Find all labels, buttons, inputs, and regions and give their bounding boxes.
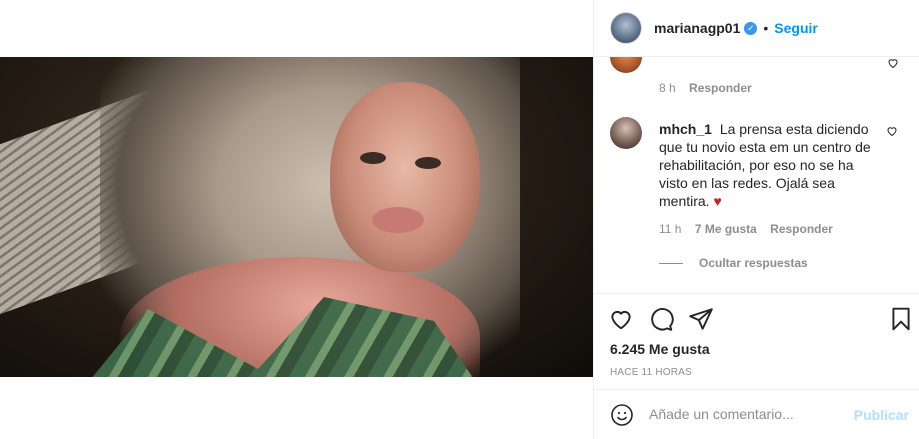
bookmark-icon[interactable] — [888, 306, 914, 332]
lips — [372, 207, 424, 233]
comment-input[interactable] — [649, 402, 849, 426]
share-icon[interactable] — [688, 306, 714, 332]
post-side-panel: marianagp01 ✓ • Seguir 8 h Responder mhc… — [593, 0, 919, 439]
red-heart-emoji: ♥ — [713, 193, 722, 209]
heart-icon[interactable] — [608, 306, 634, 332]
comment-body: mhch_1 La prensa esta diciendo que tu no… — [659, 120, 879, 210]
likes-count[interactable]: 6.245 Me gusta — [610, 341, 710, 357]
previous-commenter-avatar[interactable] — [610, 57, 642, 73]
commenter-avatar[interactable] — [610, 117, 642, 149]
post-timestamp: HACE 11 HORAS — [610, 367, 692, 378]
comment-time: 11 h — [659, 222, 682, 236]
comment-likes-count[interactable]: 7 Me gusta — [695, 222, 757, 236]
comment-meta: 11 h 7 Me gusta Responder — [659, 222, 833, 236]
hide-replies-label: Ocultar respuestas — [699, 256, 808, 270]
follow-button[interactable]: Seguir — [774, 20, 818, 36]
left-eye — [360, 152, 386, 164]
comments-list[interactable]: 8 h Responder mhch_1 La prensa esta dici… — [594, 57, 919, 293]
verified-badge-icon: ✓ — [744, 21, 758, 35]
previous-comment-meta: 8 h Responder — [659, 81, 752, 95]
post-header: marianagp01 ✓ • Seguir — [594, 0, 919, 57]
separator-dot: • — [763, 20, 769, 36]
author-username[interactable]: marianagp01 — [654, 20, 740, 36]
post-actions: 6.245 Me gusta HACE 11 HORAS — [594, 293, 919, 389]
author-avatar[interactable] — [610, 12, 642, 44]
publish-button[interactable]: Publicar — [854, 407, 909, 423]
previous-comment-time: 8 h — [659, 81, 676, 95]
reply-button[interactable]: Responder — [689, 81, 752, 95]
replies-line — [659, 262, 683, 264]
post-photo[interactable] — [0, 57, 593, 377]
face — [330, 82, 480, 272]
comment-like-heart-icon[interactable] — [886, 125, 898, 140]
comment-reply-button[interactable]: Responder — [770, 222, 833, 236]
emoji-icon[interactable] — [610, 403, 634, 427]
hide-replies-toggle[interactable]: Ocultar respuestas — [659, 256, 808, 270]
media-panel — [0, 0, 593, 439]
commenter-username[interactable]: mhch_1 — [659, 121, 712, 137]
add-comment-bar: Publicar — [594, 389, 919, 439]
heart-outline-icon[interactable] — [887, 57, 899, 72]
comment-icon[interactable] — [648, 306, 674, 332]
right-eye — [415, 157, 441, 169]
